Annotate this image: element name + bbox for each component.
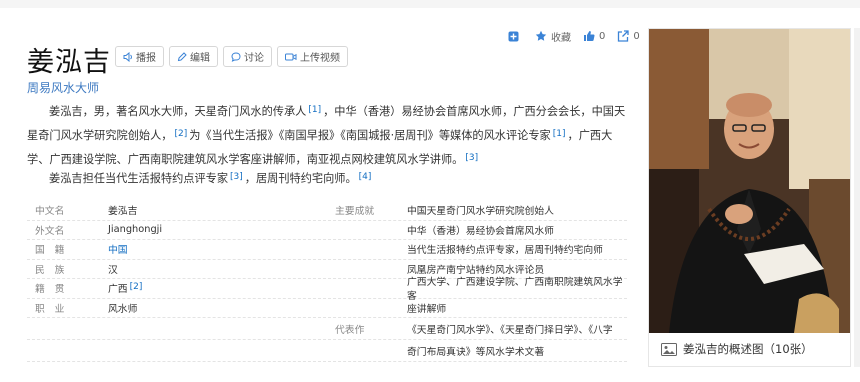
info-row: 籍 贯 广西 [2] 广西大学、广西建设学院、广西南职院建筑风水学客 <box>27 277 627 302</box>
summary-paragraph: 姜泓吉，男，著名风水大师，天星奇门风水的传承人 [1] ，中华（香港）易经协会首席风… <box>27 99 627 171</box>
edit-label: 编辑 <box>190 53 210 64</box>
top-strip <box>0 0 860 8</box>
title-toolbar: 播报 编辑 讨论 上传视频 <box>115 46 353 67</box>
info-row: 代表作 《天星奇门风水学》、《天星奇门择日学》、《八字 <box>27 318 627 340</box>
discuss-button[interactable]: 讨论 <box>223 46 272 67</box>
right-panel-edge <box>854 28 860 367</box>
speaker-icon <box>123 51 132 62</box>
share-count: 0 <box>633 30 640 42</box>
citation-link[interactable]: [4] <box>359 172 372 182</box>
info-label: 职 业 <box>35 303 65 315</box>
plus-square-icon <box>508 31 519 41</box>
pencil-icon <box>177 51 187 61</box>
info-value: 当代生活报特约点评专家，居周刊特约宅向师 <box>407 245 603 257</box>
info-value: 奇门布局真诀》等风水学术文著 <box>407 346 545 358</box>
page-title: 姜泓吉 <box>27 47 111 78</box>
summary-text-a: 姜泓吉，男，著名风水大师，天星奇门风水的传承人 <box>49 105 307 118</box>
entry-actions: 收藏 0 0 <box>508 28 652 44</box>
info-label: 主要成就 <box>335 206 375 218</box>
citation-link[interactable]: [2] <box>174 129 187 139</box>
citation-link[interactable]: [3] <box>230 172 243 182</box>
image-caption-text: 姜泓吉的概述图（10张） <box>683 342 813 356</box>
discuss-label: 讨论 <box>244 53 264 64</box>
info-row: 国 籍 中国 当代生活报特约点评专家，居周刊特约宅向师 <box>27 240 627 260</box>
info-label: 外文名 <box>35 225 65 237</box>
basic-info-table: 中文名 姜泓吉 主要成就 中国天星奇门风水学研究院创始人 外文名 Jiangho… <box>27 201 627 362</box>
info-row: 中文名 姜泓吉 主要成就 中国天星奇门风水学研究院创始人 <box>27 201 627 221</box>
info-row: 奇门布局真诀》等风水学术文著 <box>27 340 627 362</box>
thumbs-up-icon <box>584 31 595 41</box>
info-value: 中华（香港）易经协会首席风水师 <box>407 225 554 237</box>
image-caption[interactable]: 姜泓吉的概述图（10张） <box>661 341 813 357</box>
info-value: 汉 <box>108 264 118 276</box>
citation-link[interactable]: [3] <box>465 153 478 163</box>
info-value: 中国天星奇门风水学研究院创始人 <box>407 206 554 218</box>
star-icon <box>535 30 547 41</box>
info-value: 广西大学、广西建设学院、广西南职院建筑风水学客 <box>407 277 623 303</box>
summary-image-card[interactable]: 姜泓吉的概述图（10张） <box>648 28 851 367</box>
info-label: 中文名 <box>35 206 65 218</box>
info-value: 姜泓吉 <box>108 206 138 218</box>
info-value: 风水师 <box>108 303 138 315</box>
info-value-text: 广西 <box>108 284 128 296</box>
page-subtitle: 周易风水大师 <box>27 81 100 95</box>
collect-button[interactable]: 收藏 <box>535 29 571 44</box>
like-count: 0 <box>599 30 606 42</box>
broadcast-label: 播报 <box>136 53 156 64</box>
portrait-illustration <box>649 29 850 333</box>
info-label: 籍 贯 <box>35 284 65 296</box>
info-row: 外文名 Jianghongji 中华（香港）易经协会首席风水师 <box>27 221 627 240</box>
info-row: 职 业 风水师 座讲解师 <box>27 299 627 318</box>
summary-paragraph-2: 姜泓吉担任当代生活报特约点评专家 [3] ，居周刊特约宅向师。 [4] <box>27 166 627 190</box>
info-value: 《天星奇门风水学》、《天星奇门择日学》、《八字 <box>407 324 613 336</box>
edit-button[interactable]: 编辑 <box>169 46 218 67</box>
broadcast-button[interactable]: 播报 <box>115 46 164 67</box>
video-camera-icon <box>285 53 297 60</box>
info-value: 座讲解师 <box>407 303 447 315</box>
citation-link[interactable]: [1] <box>553 129 566 139</box>
nationality-link[interactable]: 中国 <box>108 242 335 256</box>
citation-link[interactable]: [1] <box>308 105 321 115</box>
info-label: 国 籍 <box>35 245 65 257</box>
image-gallery-icon <box>661 342 677 356</box>
info-label: 代表作 <box>335 324 365 336</box>
share-icon <box>618 30 630 42</box>
like-button[interactable]: 0 <box>583 30 605 42</box>
summary2-text-b: ，居周刊特约宅向师。 <box>244 172 357 185</box>
add-entry-button[interactable] <box>508 31 523 42</box>
info-value: Jianghongji <box>108 224 163 236</box>
summary-text-c: 为《当代生活报》《南国早报》《南国城报·居周刊》等媒体的风水评论专家 <box>189 129 551 142</box>
chat-bubble-icon <box>231 51 241 62</box>
citation-link[interactable]: [2] <box>130 282 143 292</box>
info-value: 广西 [2] <box>108 281 335 295</box>
upload-video-button[interactable]: 上传视频 <box>277 46 348 67</box>
info-label: 民 族 <box>35 264 65 276</box>
share-button[interactable]: 0 <box>617 30 640 42</box>
upload-video-label: 上传视频 <box>300 53 340 64</box>
portrait-photo[interactable] <box>649 29 850 333</box>
collect-label: 收藏 <box>551 32 571 44</box>
summary2-text-a: 姜泓吉担任当代生活报特约点评专家 <box>49 172 229 185</box>
